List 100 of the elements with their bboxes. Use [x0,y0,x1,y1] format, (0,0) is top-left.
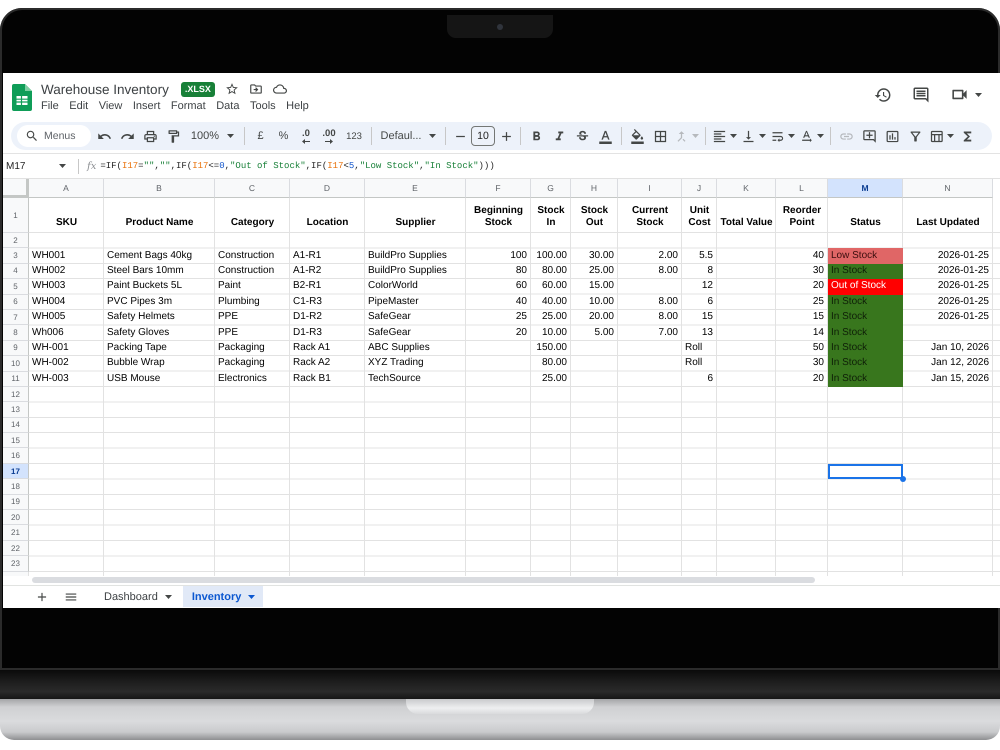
table-cell-text: WH001 [31,248,66,263]
table-cell-text: 10.00 [540,326,568,340]
table-cell-text: 40 [812,248,825,263]
sheet-tab[interactable]: Inventory [182,586,264,607]
row-header[interactable]: 13 [3,402,29,418]
selected-cell[interactable] [828,464,903,480]
table-cell-text: 5.5 [698,248,714,263]
paint-bucket-icon[interactable] [630,128,645,144]
column-header[interactable]: B [104,179,215,198]
currency-button[interactable]: £ [249,124,272,148]
row-header[interactable]: 15 [3,433,29,448]
menu-search-field[interactable]: Menus [17,125,91,147]
row-header[interactable]: 20 [3,510,29,526]
column-header[interactable]: M [828,179,903,198]
menu-item[interactable]: Insert [132,99,160,113]
row-header[interactable]: 16 [3,448,29,464]
row-header[interactable]: 21 [3,525,29,541]
caret-icon[interactable] [788,134,795,138]
menu-item[interactable]: File [41,99,59,113]
fill-handle[interactable] [900,476,906,482]
column-header[interactable]: A [29,179,104,198]
row-header[interactable]: 14 [3,418,29,434]
menu-item[interactable]: Edit [69,99,88,113]
column-header[interactable]: E [365,179,466,198]
chart-icon[interactable] [885,128,900,144]
menu-item[interactable]: Tools [250,99,276,113]
cloud-icon[interactable] [272,82,287,96]
font-dropdown[interactable]: Defaul... [376,124,441,148]
caret-icon[interactable] [164,594,172,598]
column-header[interactable]: H [571,179,618,198]
row-header[interactable]: 11 [3,372,29,387]
caret-icon[interactable] [947,134,954,138]
row-header[interactable]: 9 [3,340,29,356]
column-header[interactable]: F [466,179,531,198]
sheet-tab[interactable]: Dashboard [95,586,180,607]
column-header[interactable]: N [903,179,993,198]
column-header[interactable]: G [531,179,571,198]
caret-icon[interactable] [759,134,766,138]
row-header[interactable]: 2 [3,233,29,248]
star-icon[interactable] [224,82,239,96]
menu-item[interactable]: Data [216,99,240,113]
decrease-decimals-button[interactable]: .0 [295,124,317,148]
column-header[interactable]: D [290,179,365,198]
row-header[interactable]: 3 [3,248,29,264]
number-format-button[interactable]: 123 [341,124,367,148]
caret-icon[interactable] [59,164,66,168]
add-comment-icon[interactable] [862,128,877,144]
folder-icon[interactable] [248,82,263,96]
menu-item[interactable]: View [98,99,122,113]
borders-icon[interactable] [653,128,668,144]
column-header[interactable]: J [682,179,717,198]
row-header[interactable]: 17 [3,464,29,480]
row-header[interactable]: 19 [3,494,29,510]
increase-decimals-button[interactable]: .00 [317,124,341,148]
cell-reference[interactable]: M17 [6,160,26,172]
column-header[interactable]: C [215,179,290,198]
menu-item[interactable]: Help [286,99,309,113]
comment-icon[interactable] [912,86,930,104]
row-header[interactable]: 5 [3,279,29,295]
column-heading: Location [306,216,350,230]
row-header[interactable]: 22 [3,540,29,556]
table-icon[interactable] [929,128,944,144]
history-icon[interactable] [874,86,892,104]
zoom-dropdown[interactable]: 100% [185,124,240,148]
table-cell-text: A1-R1 [292,248,322,263]
filter-icon[interactable] [908,128,923,144]
row-header[interactable]: 7 [3,310,29,326]
row-header[interactable]: 8 [3,325,29,341]
text-rotation-icon[interactable] [799,128,814,144]
text-color-icon[interactable] [598,128,613,144]
align-bottom-icon[interactable] [741,128,756,144]
row-header[interactable]: 12 [3,386,29,402]
horizontal-scrollbar[interactable] [32,577,815,583]
caret-icon[interactable] [429,134,436,138]
menu-item[interactable]: Format [170,99,206,113]
row-header[interactable]: 23 [3,556,29,572]
column-header[interactable]: I [618,179,682,198]
column-header[interactable]: K [717,179,776,198]
caret-icon[interactable] [975,92,982,96]
spreadsheet-icon[interactable] [12,84,32,111]
caret-icon[interactable] [730,134,737,138]
table-cell-text: 60 [514,279,528,294]
percent-button[interactable]: % [272,124,295,148]
table-cell-text: 40 [514,294,528,309]
caret-icon[interactable] [248,594,256,598]
align-left-icon[interactable] [712,128,727,144]
paint-roller-icon[interactable] [166,128,181,144]
search-icon[interactable] [25,129,39,143]
column-header[interactable]: L [776,179,828,198]
row-header[interactable]: 18 [3,479,29,495]
row-header[interactable]: 1 [3,198,29,233]
caret-icon[interactable] [817,134,824,138]
row-header[interactable]: 4 [3,264,29,280]
formula-text[interactable]: =IF(I17="","",IF(I17<=0,"Out of Stock",IF(I17<5,"Low Stock","In Stock"))) [100,161,495,171]
row-header[interactable]: 6 [3,294,29,310]
row-header[interactable]: 10 [3,356,29,372]
font-size-field[interactable]: 10 [471,126,495,146]
caret-icon[interactable] [227,134,234,138]
document-title[interactable]: Warehouse Inventory [41,82,169,96]
print-icon[interactable] [143,128,158,144]
